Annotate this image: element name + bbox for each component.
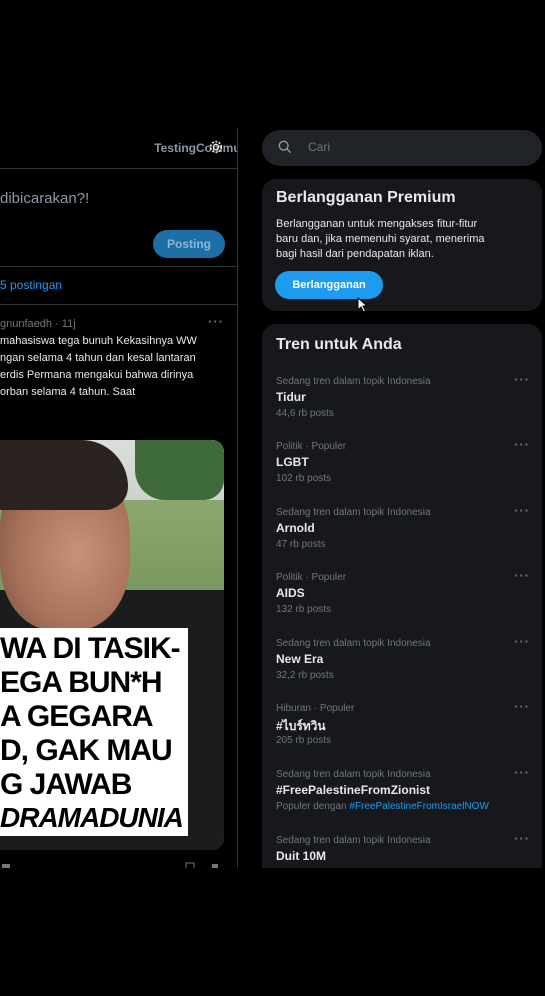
trend-count: 47 rb posts [276, 539, 326, 550]
trend-name: Tidur [276, 390, 306, 404]
trend-item[interactable]: Hiburan · Populer #ไบร์ทวิน 205 rb posts… [262, 699, 542, 763]
trend-item[interactable]: Politik · Populer AIDS 132 rb posts ··· [262, 568, 542, 632]
trend-count: 132 rb posts [276, 604, 332, 615]
trend-item[interactable]: Sedang tren dalam topik Indonesia New Er… [262, 634, 542, 698]
trend-context: Hiburan · Populer [276, 703, 355, 714]
trend-more-icon[interactable]: ··· [514, 634, 530, 649]
tweet-text-line: mahasiswa tega bunuh Kekasihnya WW [0, 335, 197, 347]
trend-context: Sedang tren dalam topik Indonesia [276, 638, 431, 649]
trend-more-icon[interactable]: ··· [514, 503, 530, 518]
trend-count: 102 rb posts [276, 473, 332, 484]
trend-name: AIDS [276, 586, 305, 600]
image-caption-line: WA DI TASIK- [0, 632, 181, 665]
image-caption-line: EGA BUN*H [0, 666, 163, 699]
trend-count-prefix: Populer dengan [276, 801, 350, 812]
compose-input[interactable]: dibicarakan?! [0, 190, 89, 207]
image-caption-box: WA DI TASIK- EGA BUN*H A GEGARA D, GAK M… [0, 628, 188, 836]
trend-more-icon[interactable]: ··· [514, 437, 530, 452]
tweet-text-line: orban selama 4 tahun. Saat [0, 386, 136, 398]
post-button[interactable]: Posting [153, 230, 225, 258]
search-input[interactable]: Cari [262, 130, 542, 166]
trends-title: Tren untuk Anda [276, 336, 402, 353]
trend-count: 205 rb posts [276, 735, 332, 746]
trend-item[interactable]: Sedang tren dalam topik Indonesia #FreeP… [262, 765, 542, 829]
tweet-text-line: ngan selama 4 tahun dan kesal lantaran [0, 352, 196, 364]
tweet-media-image[interactable]: WA DI TASIK- EGA BUN*H A GEGARA D, GAK M… [0, 440, 224, 850]
tweet-author-meta[interactable]: gnunfaedh · 11j [0, 318, 76, 330]
photo-trees [135, 440, 224, 500]
premium-description-line: baru dan, jika memenuhi syarat, menerima [276, 233, 485, 245]
premium-description-line: Berlangganan untuk mengakses fitur-fitur [276, 218, 478, 230]
trend-context: Sedang tren dalam topik Indonesia [276, 507, 431, 518]
trend-count: 32,2 rb posts [276, 670, 334, 681]
divider [0, 266, 238, 267]
trend-context: Sedang tren dalam topik Indonesia [276, 835, 431, 846]
tweet-text: mahasiswa tega bunuh Kekasihnya WW ngan … [0, 333, 236, 401]
divider [0, 168, 238, 169]
column-divider [237, 128, 238, 868]
gear-icon[interactable] [208, 139, 224, 155]
trend-count: Populer dengan #FreePalestineFromIsraelN… [276, 801, 489, 812]
image-caption-line: D, GAK MAU [0, 734, 173, 767]
trend-more-icon[interactable]: ··· [514, 568, 530, 583]
tweet-action-icons[interactable] [0, 862, 230, 868]
trend-more-icon[interactable]: ··· [514, 831, 530, 846]
trend-name: Duit 10M [276, 849, 327, 863]
trend-item[interactable]: Sedang tren dalam topik Indonesia Duit 1… [262, 831, 542, 868]
tweet-text-line: erdis Permana mengakui bahwa dirinya [0, 369, 194, 381]
trend-more-icon[interactable]: ··· [514, 699, 530, 714]
premium-description-line: bagi hasil dari pendapatan iklan. [276, 248, 434, 260]
trend-name: LGBT [276, 455, 309, 469]
search-placeholder: Cari [308, 140, 331, 154]
divider [0, 304, 238, 305]
show-posts-link[interactable]: 5 postingan [0, 278, 62, 292]
community-column: TestingCommunity dibicarakan?! Posting 5… [0, 128, 238, 868]
search-icon [278, 140, 292, 154]
trend-context: Politik · Populer [276, 572, 347, 583]
trend-item[interactable]: Sedang tren dalam topik Indonesia Tidur … [262, 372, 542, 436]
trend-related-hashtag[interactable]: #FreePalestineFromIsraelNOW [349, 801, 488, 812]
image-caption-line: G JAWAB [0, 768, 132, 801]
premium-title: Berlangganan Premium [276, 189, 456, 206]
trend-context: Sedang tren dalam topik Indonesia [276, 376, 431, 387]
trend-count: 44,6 rb posts [276, 408, 334, 419]
image-caption-line: DRAMADUNIA [0, 802, 184, 833]
image-caption-line: A GEGARA [0, 700, 154, 733]
trend-name: New Era [276, 652, 324, 666]
premium-description: Berlangganan untuk mengakses fitur-fitur… [276, 217, 532, 262]
trends-card: Tren untuk Anda Sedang tren dalam topik … [262, 324, 542, 868]
trend-more-icon[interactable]: ··· [514, 372, 530, 387]
trend-item[interactable]: Sedang tren dalam topik Indonesia Arnold… [262, 503, 542, 567]
premium-card: Berlangganan Premium Berlangganan untuk … [262, 179, 542, 311]
mouse-cursor-icon [357, 297, 369, 313]
photo-hair [0, 440, 128, 510]
trend-name: #ไบร์ทวิน [276, 719, 326, 733]
trend-name: Arnold [276, 521, 315, 535]
trend-item[interactable]: Politik · Populer LGBT 102 rb posts ··· [262, 437, 542, 501]
trend-context: Sedang tren dalam topik Indonesia [276, 769, 431, 780]
trend-name: #FreePalestineFromZionist [276, 783, 431, 797]
subscribe-button[interactable]: Berlangganan [275, 271, 383, 299]
trend-more-icon[interactable]: ··· [514, 765, 530, 780]
trend-context: Politik · Populer [276, 441, 347, 452]
tweet-more-icon[interactable]: ··· [208, 314, 224, 329]
